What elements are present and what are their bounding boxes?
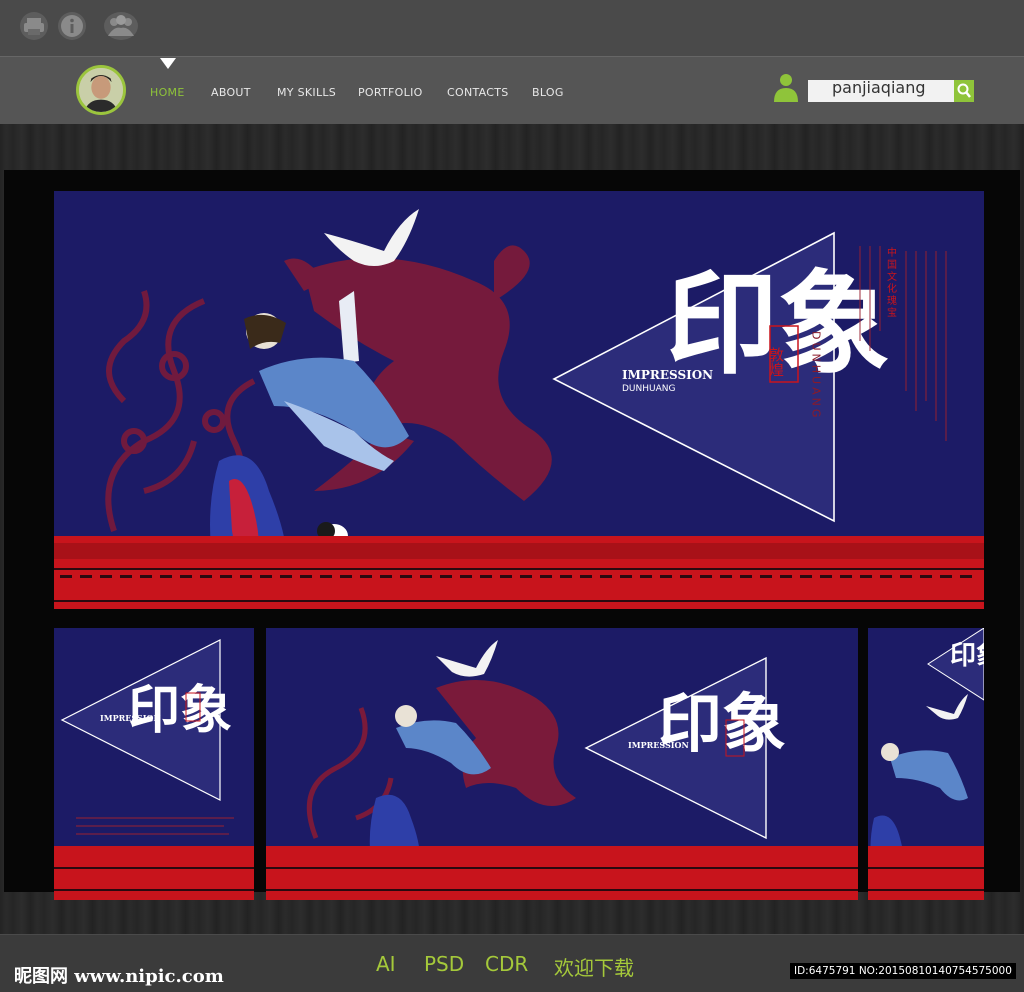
info-icon[interactable] (58, 12, 86, 40)
group-icon[interactable] (104, 12, 138, 40)
search-button[interactable] (954, 80, 974, 102)
page: HOME ABOUT MY SKILLS PORTFOLIO CONTACTS … (0, 0, 1024, 992)
main-poster: 印象 敦煌 IMPRESSION DUNHUANG DUNHUANG 中国文化瑰… (54, 191, 984, 609)
title-en: IMPRESSION (622, 368, 713, 382)
active-caret-icon (160, 58, 176, 69)
poster-thumb-left: 印象 IMPRESSION (54, 628, 254, 900)
thumb-center-title: IMPRESSION (628, 740, 689, 750)
thumb-right-chars: 印象 (950, 640, 984, 671)
thumb-left-title: IMPRESSION (100, 713, 161, 723)
nav-home[interactable]: HOME (150, 86, 185, 99)
nav-about[interactable]: ABOUT (211, 86, 251, 99)
search-icon (957, 83, 971, 98)
poster-thumb-right: 印象 (868, 628, 984, 900)
username-label: panjiaqiang (832, 78, 926, 97)
thumb-left-chars: 印象 (128, 680, 232, 741)
nav-my-skills[interactable]: MY SKILLS (277, 86, 336, 99)
format-psd: PSD (424, 952, 465, 976)
format-cdr: CDR (485, 952, 529, 976)
poster-thumb-center: 印象 IMPRESSION (266, 628, 858, 900)
subtitle-en: DUNHUANG (622, 384, 675, 394)
nav-portfolio[interactable]: PORTFOLIO (358, 86, 423, 99)
watermark-text: 昵图网 www.nipic.com (14, 966, 224, 987)
vertical-en: DUNHUANG (810, 331, 823, 420)
user-icon[interactable] (772, 72, 800, 102)
format-ai: AI (376, 952, 396, 976)
nav-contacts[interactable]: CONTACTS (447, 86, 509, 99)
avatar[interactable] (76, 65, 126, 115)
image-id: ID:6475791 NO:20150810140754575000 (790, 963, 1016, 979)
vertical-cn: 中国文化瑰宝 (885, 246, 897, 319)
printer-icon[interactable] (20, 12, 48, 40)
thumb-center-chars: 印象 (658, 687, 786, 762)
nav-blog[interactable]: BLOG (532, 86, 564, 99)
top-toolbar (0, 0, 1024, 56)
seal-text: 敦煌 (767, 347, 785, 377)
download-label[interactable]: 欢迎下载 (554, 952, 634, 981)
